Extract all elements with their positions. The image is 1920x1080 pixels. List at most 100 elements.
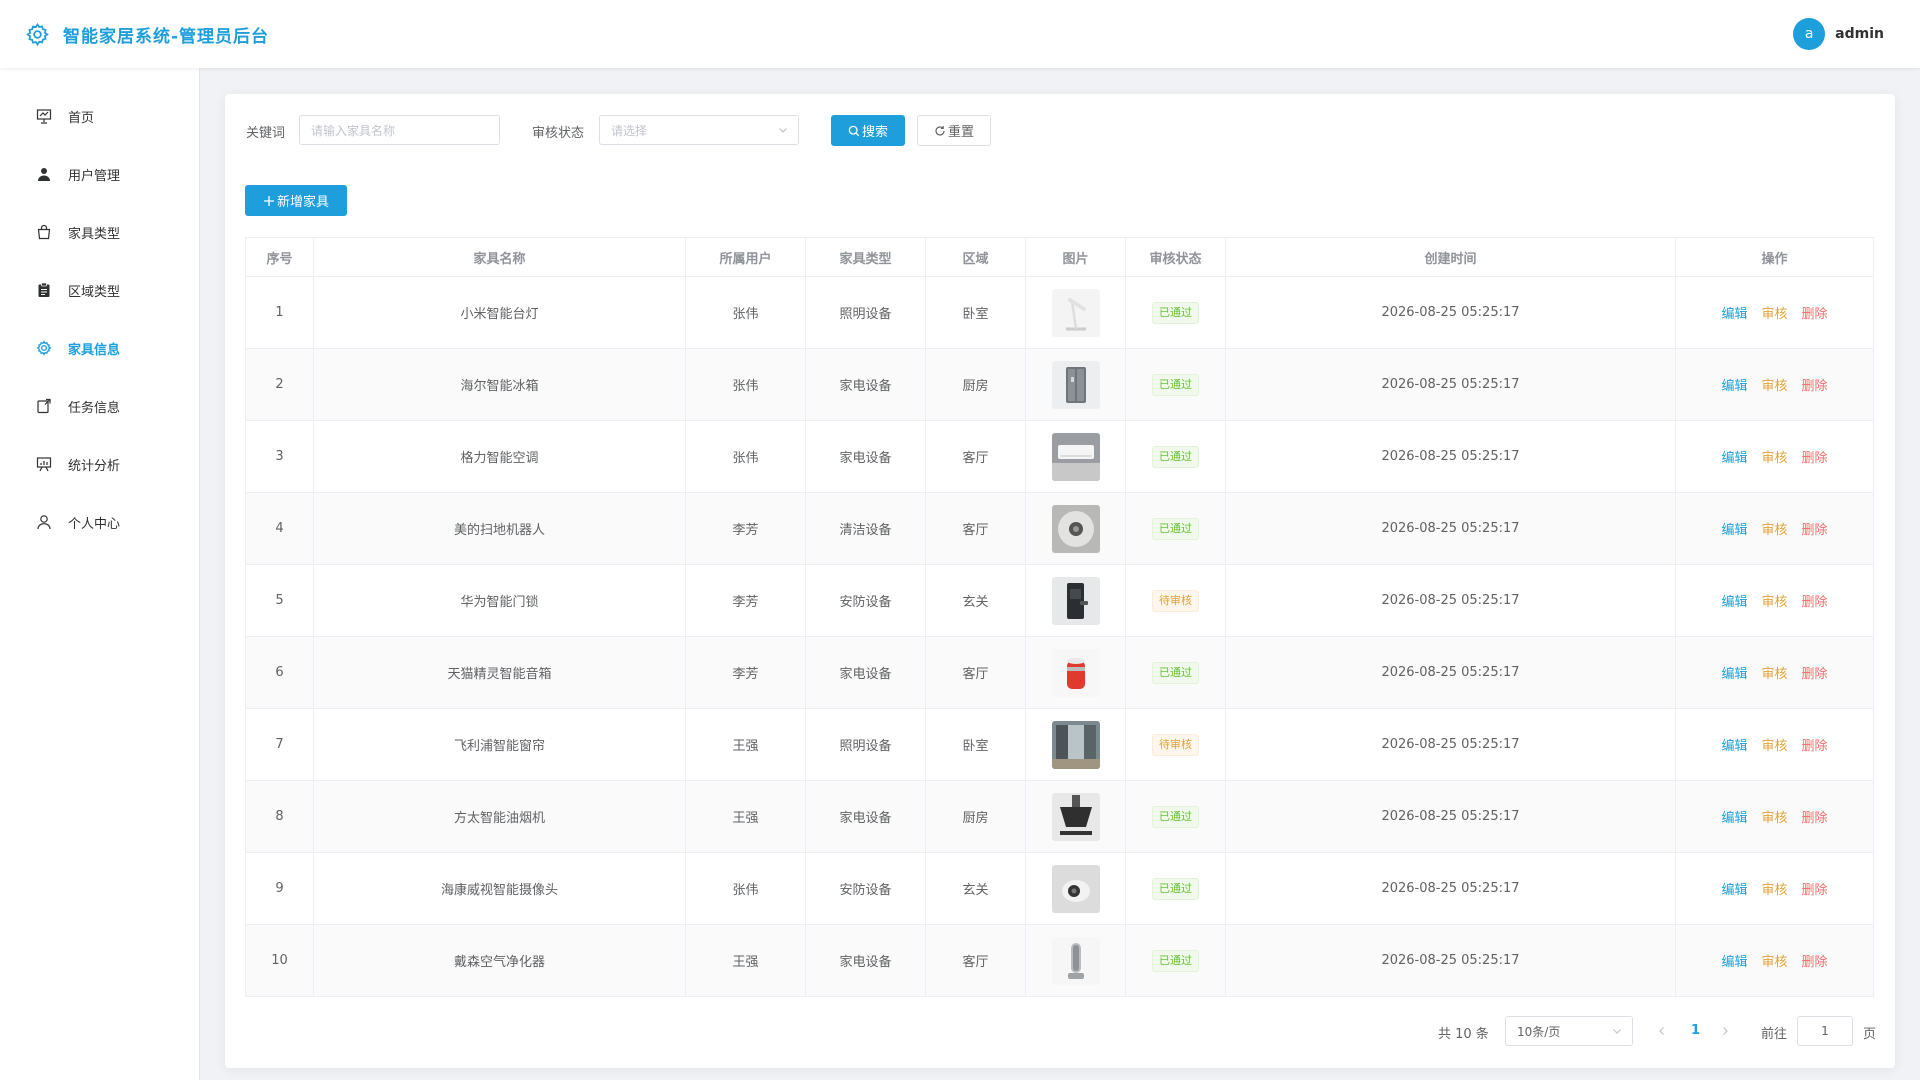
edit-link[interactable]: 编辑 [1721,739,1747,754]
search-button-label: 搜索 [861,125,888,140]
edit-link[interactable]: 编辑 [1721,883,1747,898]
username[interactable]: admin [1835,26,1884,42]
air-conditioner-image [1051,432,1100,481]
cell-created: 2026-08-25 05:25:17 [1225,564,1676,637]
gear-icon [36,340,52,356]
search-button[interactable]: 搜索 [831,115,905,146]
audit-link[interactable]: 审核 [1761,739,1787,754]
furniture-thumbnail[interactable] [1051,504,1100,553]
edit-link[interactable]: 编辑 [1721,955,1747,970]
sidebar-item-furniture-types[interactable]: 家具类型 [0,203,199,261]
cell-index: 1 [245,276,314,349]
cell-created: 2026-08-25 05:25:17 [1225,276,1676,349]
furniture-thumbnail[interactable] [1051,720,1100,769]
audit-link[interactable]: 审核 [1761,451,1787,466]
edit-link[interactable]: 编辑 [1721,667,1747,682]
refresh-icon [935,125,945,136]
audit-link[interactable]: 审核 [1761,523,1787,538]
furniture-thumbnail[interactable] [1051,360,1100,409]
sidebar-item-label: 区域类型 [68,284,121,300]
cell-type: 安防设备 [805,852,926,925]
cell-name: 方太智能油烟机 [313,780,686,853]
sidebar-item-home[interactable]: 首页 [0,87,199,145]
furniture-thumbnail[interactable] [1051,576,1100,625]
cell-area: 客厅 [925,492,1026,565]
page-size-select[interactable]: 10条/页 [1505,1016,1633,1046]
furniture-thumbnail[interactable] [1051,792,1100,841]
cell-actions: 编辑 审核 删除 [1675,780,1874,853]
audit-link[interactable]: 审核 [1761,595,1787,610]
sidebar-item-furniture-info[interactable]: 家具信息 [0,319,199,377]
cell-type: 家电设备 [805,636,926,709]
cell-area: 玄关 [925,564,1026,637]
audit-link[interactable]: 审核 [1761,883,1787,898]
avatar[interactable]: a [1793,18,1826,50]
delete-link[interactable]: 删除 [1802,955,1828,970]
audit-link[interactable]: 审核 [1761,307,1787,322]
status-badge: 已通过 [1152,661,1199,684]
chevron-right-icon[interactable] [1720,1026,1730,1036]
table-row: 4 美的扫地机器人 李芳 清洁设备 客厅 已通过 2026-08-25 05:25:17 编辑… [245,492,1874,565]
sidebar-item-tasks[interactable]: 任务信息 [0,377,199,435]
sidebar-item-label: 家具信息 [68,342,121,358]
col-header-actions[interactable]: 操作 [1675,237,1874,277]
delete-link[interactable]: 删除 [1802,379,1828,394]
edit-link[interactable]: 编辑 [1721,379,1747,394]
cell-user: 李芳 [685,564,806,637]
add-furniture-button[interactable]: 新增家具 [245,185,347,216]
sidebar-item-profile[interactable]: 个人中心 [0,493,199,551]
cell-created: 2026-08-25 05:25:17 [1225,852,1676,925]
delete-link[interactable]: 删除 [1802,883,1828,898]
reset-button[interactable]: 重置 [917,115,991,146]
sidebar-item-statistics[interactable]: 统计分析 [0,435,199,493]
col-header-area[interactable]: 区域 [925,237,1026,277]
audit-link[interactable]: 审核 [1761,379,1787,394]
delete-link[interactable]: 删除 [1802,307,1828,322]
cell-index: 4 [245,492,314,565]
cell-type: 清洁设备 [805,492,926,565]
task-icon [37,398,51,414]
delete-link[interactable]: 删除 [1802,739,1828,754]
audit-link[interactable]: 审核 [1761,955,1787,970]
furniture-thumbnail[interactable] [1051,864,1100,913]
col-header-created[interactable]: 创建时间 [1225,237,1676,277]
sidebar-item-label: 个人中心 [68,516,121,532]
edit-link[interactable]: 编辑 [1721,307,1747,322]
col-header-type[interactable]: 家具类型 [805,237,926,277]
col-header-name[interactable]: 家具名称 [313,237,686,277]
status-badge: 已通过 [1152,877,1199,900]
col-header-index[interactable]: 序号 [245,237,314,277]
edit-link[interactable]: 编辑 [1721,595,1747,610]
keyword-input[interactable]: 请输入家具名称 [299,115,500,145]
delete-link[interactable]: 删除 [1802,523,1828,538]
sidebar-item-area-types[interactable]: 区域类型 [0,261,199,319]
delete-link[interactable]: 删除 [1802,811,1828,826]
cell-index: 5 [245,564,314,637]
goto-page-input[interactable]: 1 [1797,1016,1853,1046]
pagination-total: 共 10 条 [1438,1027,1489,1042]
furniture-table: 序号 家具名称 所属用户 家具类型 区域 图片 审核状态 创建时间 操作 1 小米… [245,237,1874,997]
audit-link[interactable]: 审核 [1761,667,1787,682]
delete-link[interactable]: 删除 [1802,595,1828,610]
col-header-status[interactable]: 审核状态 [1125,237,1226,277]
chart-board-icon [36,457,52,472]
furniture-thumbnail[interactable] [1051,288,1100,337]
chevron-down-icon [779,128,787,133]
col-header-user[interactable]: 所属用户 [685,237,806,277]
user-menu[interactable]: a admin [1793,18,1884,50]
delete-link[interactable]: 删除 [1802,451,1828,466]
cell-actions: 编辑 审核 删除 [1675,420,1874,493]
status-select[interactable]: 请选择 [599,115,799,145]
col-header-image[interactable]: 图片 [1025,237,1126,277]
edit-link[interactable]: 编辑 [1721,811,1747,826]
furniture-thumbnail[interactable] [1051,936,1100,985]
audit-link[interactable]: 审核 [1761,811,1787,826]
sidebar-item-users[interactable]: 用户管理 [0,145,199,203]
chevron-left-icon[interactable] [1657,1026,1667,1036]
furniture-thumbnail[interactable] [1051,648,1100,697]
page-number-current[interactable]: 1 [1691,1023,1700,1038]
edit-link[interactable]: 编辑 [1721,523,1747,538]
furniture-thumbnail[interactable] [1051,432,1100,481]
edit-link[interactable]: 编辑 [1721,451,1747,466]
delete-link[interactable]: 删除 [1802,667,1828,682]
